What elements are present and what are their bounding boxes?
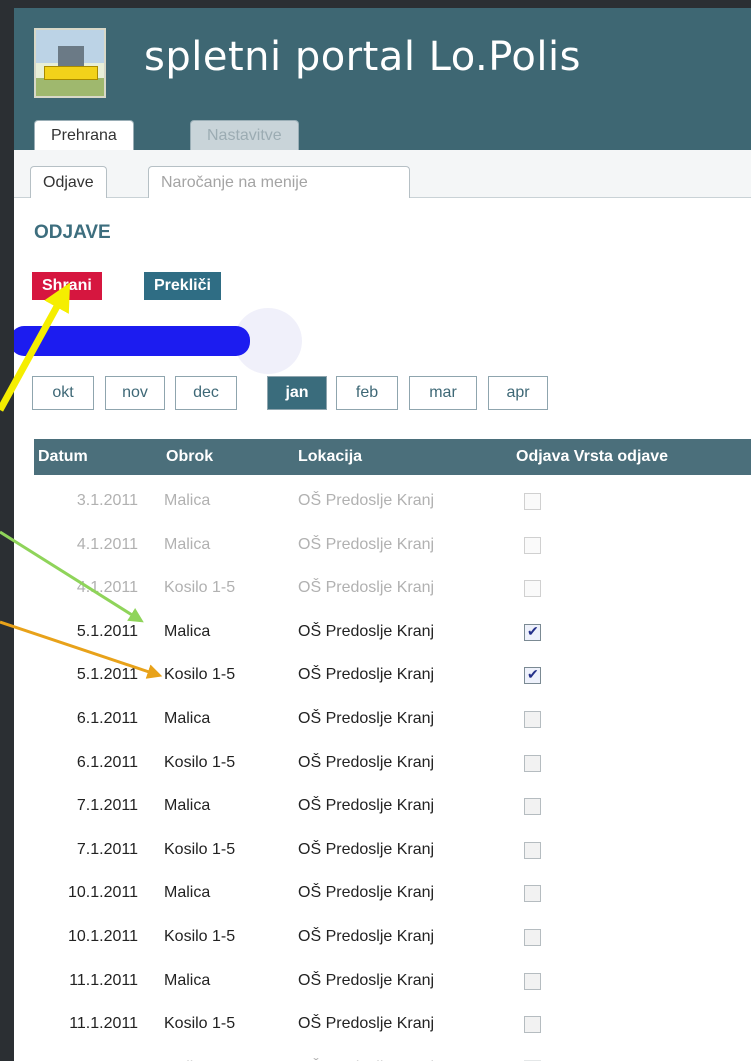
column-header-date: Datum: [38, 448, 88, 465]
table-row: 3.1.2011 Malica OŠ Predoslje Kranj: [34, 479, 751, 523]
row-location: OŠ Predoslje Kranj: [298, 797, 435, 815]
table-row: 5.1.2011 Kosilo 1-5 OŠ Predoslje Kranj: [34, 653, 751, 697]
column-header-cancellation: Odjava Vrsta odjave: [516, 448, 669, 465]
row-date: 7.1.2011: [76, 797, 138, 815]
section-title: ODJAVE: [34, 222, 111, 243]
table-row: 7.1.2011 Malica OŠ Predoslje Kranj: [34, 784, 751, 828]
row-date: 10.1.2011: [68, 884, 138, 902]
row-location: OŠ Predoslje Kranj: [298, 753, 435, 771]
row-location: OŠ Predoslje Kranj: [298, 579, 435, 597]
row-meal: Kosilo 1-5: [164, 579, 236, 597]
row-meal: Kosilo 1-5: [164, 753, 236, 771]
row-location: OŠ Predoslje Kranj: [298, 710, 435, 727]
row-date: 3.1.2011: [76, 492, 138, 509]
row-location: OŠ Predoslje Kranj: [298, 840, 435, 858]
redacted-user-name: [14, 326, 250, 356]
app-title: spletni portal Lo.Polis: [144, 34, 581, 80]
cancel-checkbox[interactable]: [524, 929, 541, 946]
row-meal: Kosilo 1-5: [164, 1015, 236, 1033]
row-meal: Malica: [164, 492, 211, 509]
app-header: spletni portal Lo.Polis Prehrana Nastavi…: [14, 8, 751, 150]
cancel-checkbox[interactable]: [524, 711, 541, 728]
table-row: 10.1.2011 Kosilo 1-5 OŠ Predoslje Kranj: [34, 915, 751, 959]
row-meal: Kosilo 1-5: [164, 928, 236, 945]
row-location: OŠ Predoslje Kranj: [298, 884, 435, 902]
row-date: 12.1.2011: [34, 1046, 138, 1061]
subtab-odjave[interactable]: Odjave: [30, 166, 107, 198]
row-meal: Malica: [164, 884, 211, 902]
row-date: 6.1.2011: [76, 710, 138, 727]
cancel-button[interactable]: Prekliči: [144, 272, 221, 300]
row-date: 11.1.2011: [69, 1015, 138, 1033]
row-date: 5.1.2011: [76, 622, 138, 640]
row-location: OŠ Predoslje Kranj: [298, 666, 435, 684]
row-date: 4.1.2011: [76, 579, 138, 597]
cancel-checkbox: [524, 580, 541, 598]
table-row: 7.1.2011 Kosilo 1-5 OŠ Predoslje Kranj: [34, 828, 751, 872]
cancel-checkbox[interactable]: [524, 754, 541, 772]
row-date: 6.1.2011: [76, 753, 138, 771]
month-button-jan[interactable]: jan: [267, 376, 327, 410]
row-location: OŠ Predoslje Kranj: [298, 535, 435, 553]
row-location: OŠ Predoslje Kranj: [298, 928, 435, 945]
row-date: 7.1.2011: [76, 840, 138, 858]
column-header-meal: Obrok: [166, 448, 214, 465]
row-meal: Malica: [164, 710, 211, 727]
cancel-checkbox[interactable]: [524, 666, 541, 685]
cancel-checkbox[interactable]: [524, 885, 541, 903]
month-button-okt[interactable]: okt: [32, 376, 94, 410]
row-location: OŠ Predoslje Kranj: [298, 1015, 435, 1033]
row-date: 11.1.2011: [69, 971, 138, 989]
save-button[interactable]: Shrani: [32, 272, 102, 300]
cancel-checkbox[interactable]: [524, 623, 541, 641]
table-row: 11.1.2011 Kosilo 1-5 OŠ Predoslje Kranj: [34, 1002, 751, 1046]
tab-prehrana[interactable]: Prehrana: [34, 120, 134, 150]
table-row: 6.1.2011 Kosilo 1-5 OŠ Predoslje Kranj: [34, 741, 751, 785]
table-row: 5.1.2011 Malica OŠ Predoslje Kranj: [34, 610, 751, 654]
row-date: 5.1.2011: [76, 666, 138, 684]
cancel-checkbox[interactable]: [524, 798, 541, 816]
table-row: 12.1.2011 Malica OŠ Predoslje Kranj: [34, 1046, 751, 1061]
row-date: 4.1.2011: [76, 535, 138, 553]
row-meal: Malica: [164, 971, 211, 989]
month-button-feb[interactable]: feb: [336, 376, 398, 410]
app-window: spletni portal Lo.Polis Prehrana Nastavi…: [14, 8, 751, 1061]
row-meal: Malica: [164, 797, 211, 815]
month-button-mar[interactable]: mar: [409, 376, 477, 410]
row-meal: Malica: [164, 535, 211, 553]
lopolis-logo: [34, 28, 106, 98]
row-meal: Malica: [164, 1046, 210, 1061]
table-row: 11.1.2011 Malica OŠ Predoslje Kranj: [34, 959, 751, 1003]
cancel-checkbox[interactable]: [524, 972, 541, 990]
table-row: 4.1.2011 Malica OŠ Predoslje Kranj: [34, 523, 751, 567]
cancel-checkbox[interactable]: [524, 841, 541, 859]
cancel-checkbox: [524, 536, 541, 554]
row-meal: Kosilo 1-5: [164, 666, 236, 684]
row-location: OŠ Predoslje Kranj: [298, 622, 435, 640]
cancel-checkbox[interactable]: [524, 1016, 541, 1034]
table-header: Datum Obrok Lokacija Odjava Vrsta odjave: [34, 439, 751, 475]
cancel-checkbox: [524, 493, 541, 510]
table-row: 10.1.2011 Malica OŠ Predoslje Kranj: [34, 871, 751, 915]
row-location: OŠ Predoslje Kranj: [298, 492, 435, 509]
tab-nastavitve[interactable]: Nastavitve: [190, 120, 299, 150]
subtab-bar: Odjave Naročanje na menije: [14, 150, 751, 198]
row-meal: Kosilo 1-5: [164, 840, 236, 858]
row-meal: Malica: [164, 622, 211, 640]
row-location: OŠ Predoslje Kranj: [298, 971, 435, 989]
row-location: OŠ Predoslje Kranj: [298, 1046, 434, 1061]
table-row: 4.1.2011 Kosilo 1-5 OŠ Predoslje Kranj: [34, 566, 751, 610]
month-button-dec[interactable]: dec: [175, 376, 237, 410]
table-row: 6.1.2011 Malica OŠ Predoslje Kranj: [34, 697, 751, 741]
month-button-nov[interactable]: nov: [105, 376, 165, 410]
subtab-narocanje-na-menije[interactable]: Naročanje na menije: [148, 166, 410, 198]
column-header-location: Lokacija: [298, 448, 363, 465]
row-date: 10.1.2011: [68, 928, 138, 945]
month-button-apr[interactable]: apr: [488, 376, 548, 410]
